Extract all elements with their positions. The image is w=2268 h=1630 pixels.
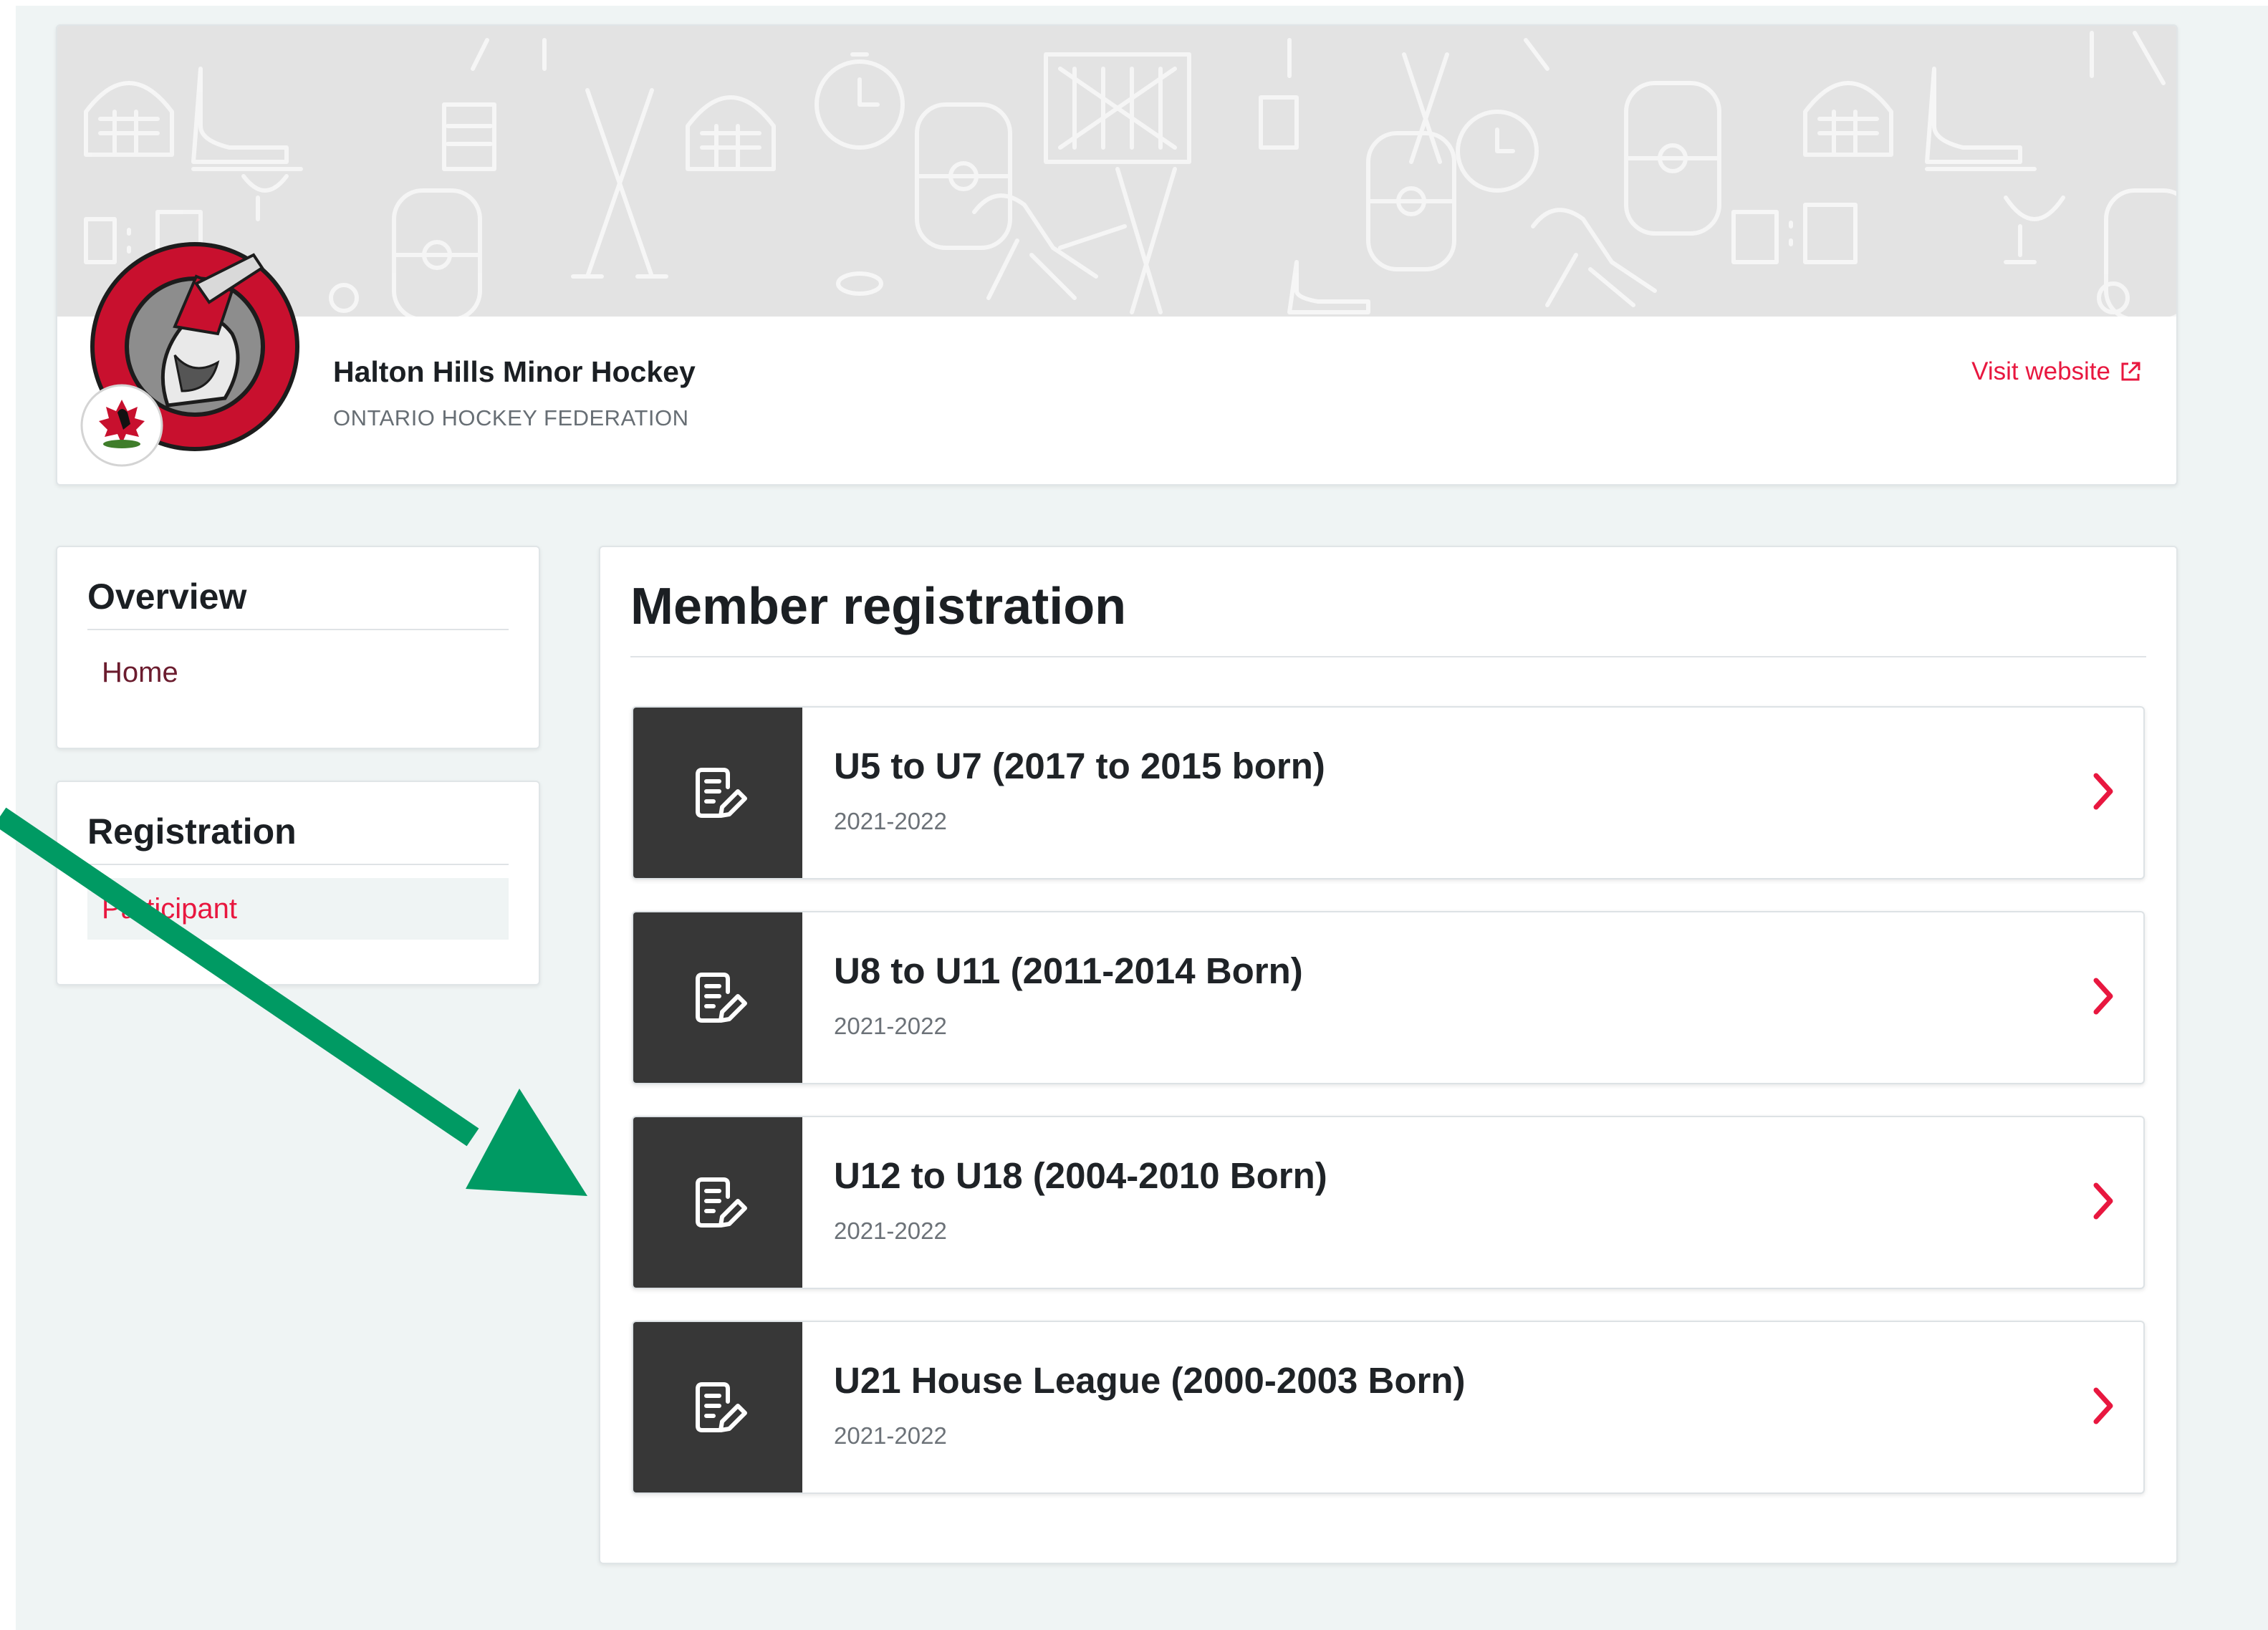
sidebar-item-home[interactable]: Home: [87, 642, 509, 703]
federation-name: ONTARIO HOCKEY FEDERATION: [333, 405, 689, 430]
registration-icon-box: [633, 1117, 802, 1288]
member-registration-panel: Member registration U5 to U7 (2017 to 20…: [599, 546, 2178, 1564]
chevron-right-icon: [2093, 1182, 2113, 1220]
registration-icon-box: [633, 912, 802, 1083]
organization-name: Halton Hills Minor Hockey: [333, 355, 696, 388]
registration-season: 2021-2022: [834, 1217, 947, 1244]
registration-title: U21 House League (2000-2003 Born): [834, 1360, 1466, 1401]
chevron-right-icon: [2093, 1387, 2113, 1424]
sidebar-overview-section: Overview Home: [56, 546, 540, 749]
registration-item[interactable]: U12 to U18 (2004-2010 Born) 2021-2022: [632, 1116, 2145, 1289]
registration-form-icon: [696, 1177, 747, 1228]
title-divider: [630, 656, 2146, 657]
sidebar-section-title: Overview: [87, 577, 247, 617]
sidebar-divider: [87, 864, 509, 865]
registration-item[interactable]: U5 to U7 (2017 to 2015 born) 2021-2022: [632, 706, 2145, 879]
registration-season: 2021-2022: [834, 808, 947, 834]
sidebar-section-title: Registration: [87, 811, 297, 852]
registration-title: U8 to U11 (2011-2014 Born): [834, 950, 1303, 991]
registration-item[interactable]: U8 to U11 (2011-2014 Born) 2021-2022: [632, 911, 2145, 1084]
external-link-icon: [2121, 362, 2140, 381]
federation-logo: [80, 384, 163, 467]
chevron-right-icon: [2093, 978, 2113, 1015]
registration-item[interactable]: U21 House League (2000-2003 Born) 2021-2…: [632, 1321, 2145, 1494]
visit-website-label: Visit website: [1971, 357, 2110, 385]
hockey-doodle-pattern: [84, 31, 2176, 317]
sidebar-divider: [87, 629, 509, 630]
chevron-right-icon: [2093, 773, 2113, 810]
registration-season: 2021-2022: [834, 1013, 947, 1039]
registration-title: U12 to U18 (2004-2010 Born): [834, 1155, 1327, 1196]
organization-header: Halton Hills Minor Hockey ONTARIO HOCKEY…: [56, 24, 2178, 486]
visit-website-link[interactable]: Visit website: [1971, 357, 2142, 386]
page-title: Member registration: [630, 578, 1127, 635]
registration-title: U5 to U7 (2017 to 2015 born): [834, 746, 1325, 786]
registration-icon-box: [633, 708, 802, 878]
registration-season: 2021-2022: [834, 1422, 947, 1449]
sidebar-registration-section: Registration Participant: [56, 781, 540, 985]
sidebar-item-participant[interactable]: Participant: [87, 878, 509, 940]
registration-icon-box: [633, 1322, 802, 1492]
registration-form-icon: [696, 1382, 747, 1432]
registration-form-icon: [696, 768, 747, 818]
registration-form-icon: [696, 973, 747, 1023]
hockey-pattern-banner: [57, 26, 2176, 317]
